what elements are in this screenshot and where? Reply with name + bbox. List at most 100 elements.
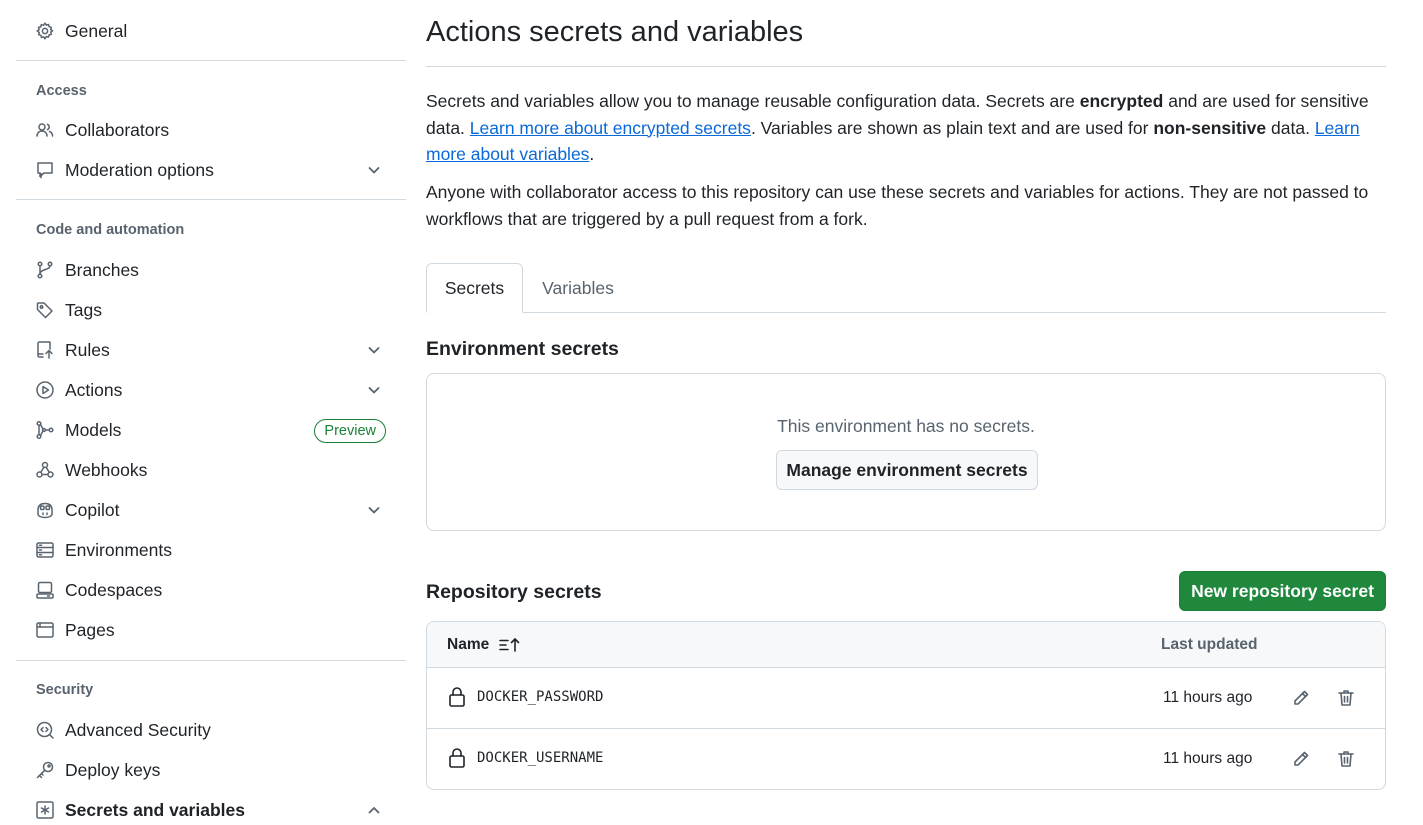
sidebar-item-deploy-keys[interactable]: Deploy keys xyxy=(24,752,398,788)
edit-secret-button[interactable] xyxy=(1289,747,1313,771)
sidebar-item-moderation-options[interactable]: Moderation options xyxy=(24,152,398,188)
intro-text: . Variables are shown as plain text and … xyxy=(750,117,1154,138)
secret-last-updated: 11 hours ago xyxy=(1163,689,1253,706)
gear-icon xyxy=(35,21,55,41)
codespaces-icon xyxy=(35,580,55,600)
git-branch-icon xyxy=(35,260,55,280)
lock-icon xyxy=(447,686,467,708)
manage-environment-secrets-button[interactable]: Manage environment secrets xyxy=(776,450,1038,490)
preview-badge: Preview xyxy=(314,419,386,443)
sidebar-item-label: General xyxy=(65,20,128,41)
lock-icon xyxy=(447,747,467,769)
secrets-variables-tabs: Secrets Variables xyxy=(426,263,1386,313)
empty-state-text: This environment has no secrets. xyxy=(777,416,1035,436)
server-icon xyxy=(35,540,55,560)
access-note: Anyone with collaborator access to this … xyxy=(426,182,1369,229)
environment-secrets-heading: Environment secrets xyxy=(426,338,619,360)
models-icon xyxy=(35,420,55,440)
sidebar-item-label: Tags xyxy=(65,299,102,320)
sidebar-item-label: Advanced Security xyxy=(65,719,211,740)
settings-sidebar: General Access Collaborators Moderation … xyxy=(16,0,406,825)
learn-more-secrets-link[interactable]: Learn more about encrypted secrets xyxy=(470,118,751,138)
sidebar-divider xyxy=(16,199,406,200)
sidebar-item-label: Rules xyxy=(65,339,110,360)
sort-asc-icon[interactable] xyxy=(499,637,521,653)
group-heading-security: Security xyxy=(36,682,94,698)
browser-icon xyxy=(35,620,55,640)
tab-variables[interactable]: Variables xyxy=(523,263,633,313)
page-title: Actions secrets and variables xyxy=(426,16,804,48)
pencil-icon xyxy=(1294,751,1309,766)
copilot-icon xyxy=(35,500,55,520)
tab-secrets[interactable]: Secrets xyxy=(426,263,523,313)
people-icon xyxy=(35,120,55,140)
sidebar-item-label: Webhooks xyxy=(65,459,148,480)
chevron-down-icon[interactable] xyxy=(366,382,382,398)
delete-secret-button[interactable] xyxy=(1334,686,1358,710)
sidebar-item-actions[interactable]: Actions xyxy=(24,372,398,408)
codescan-icon xyxy=(35,720,55,740)
sidebar-item-label: Secrets and variables xyxy=(65,799,245,820)
repository-secrets-heading: Repository secrets xyxy=(426,581,602,603)
asterisk-icon xyxy=(35,800,55,820)
environment-secrets-panel: This environment has no secrets. Manage … xyxy=(426,373,1386,531)
sidebar-item-webhooks[interactable]: Webhooks xyxy=(24,452,398,488)
edit-secret-button[interactable] xyxy=(1289,686,1313,710)
chevron-down-icon[interactable] xyxy=(366,162,382,178)
secret-name: DOCKER_PASSWORD xyxy=(477,689,604,705)
repository-secrets-table: Name Last updated DOCKER_PASSWORD 11 hou… xyxy=(426,621,1386,790)
sidebar-item-label: Codespaces xyxy=(65,579,163,600)
repo-push-icon xyxy=(35,340,55,360)
sidebar-item-collaborators[interactable]: Collaborators xyxy=(24,112,398,148)
sidebar-item-general[interactable]: General xyxy=(24,13,398,49)
webhook-icon xyxy=(35,460,55,480)
intro-emphasis: encrypted xyxy=(1079,91,1164,111)
trash-icon xyxy=(1338,690,1354,706)
sidebar-divider xyxy=(16,60,406,61)
intro-text: . xyxy=(589,144,595,164)
sidebar-item-tags[interactable]: Tags xyxy=(24,292,398,328)
sidebar-item-label: Collaborators xyxy=(65,119,170,140)
sidebar-item-copilot[interactable]: Copilot xyxy=(24,492,398,528)
sidebar-item-pages[interactable]: Pages xyxy=(24,612,398,648)
sidebar-item-label: Environments xyxy=(65,539,172,560)
secret-name: DOCKER_USERNAME xyxy=(477,750,604,766)
table-row: DOCKER_USERNAME 11 hours ago xyxy=(427,729,1385,789)
sidebar-divider xyxy=(16,660,406,661)
sidebar-item-label: Branches xyxy=(65,259,139,280)
sidebar-item-label: Moderation options xyxy=(65,159,214,180)
intro-text: data. xyxy=(1266,117,1315,138)
play-icon xyxy=(35,380,55,400)
sidebar-item-branches[interactable]: Branches xyxy=(24,252,398,288)
sidebar-item-label: Copilot xyxy=(65,499,120,520)
sidebar-item-models[interactable]: Models Preview xyxy=(24,412,398,448)
sidebar-item-rules[interactable]: Rules xyxy=(24,332,398,368)
tag-icon xyxy=(35,300,55,320)
sidebar-item-secrets-and-variables[interactable]: Secrets and variables xyxy=(24,792,398,825)
intro-text: Secrets and variables allow you to manag… xyxy=(426,91,1080,111)
table-header: Name Last updated xyxy=(427,622,1385,668)
chevron-down-icon[interactable] xyxy=(366,342,382,358)
sidebar-item-environments[interactable]: Environments xyxy=(24,532,398,568)
trash-icon xyxy=(1338,751,1354,767)
report-icon xyxy=(35,160,55,180)
sidebar-item-codespaces[interactable]: Codespaces xyxy=(24,572,398,608)
table-row: DOCKER_PASSWORD 11 hours ago xyxy=(427,668,1385,729)
sidebar-item-label: Pages xyxy=(65,619,115,640)
chevron-up-icon[interactable] xyxy=(366,802,382,818)
sidebar-item-label: Models xyxy=(65,419,122,440)
intro-emphasis: non-sensitive xyxy=(1153,117,1267,138)
key-icon xyxy=(35,760,55,780)
title-divider xyxy=(426,66,1386,67)
group-heading-code-automation: Code and automation xyxy=(36,222,185,238)
delete-secret-button[interactable] xyxy=(1334,747,1358,771)
new-repository-secret-button[interactable]: New repository secret xyxy=(1179,571,1386,611)
secret-last-updated: 11 hours ago xyxy=(1163,750,1253,767)
sidebar-item-label: Deploy keys xyxy=(65,759,161,780)
group-heading-access: Access xyxy=(36,83,87,99)
chevron-down-icon[interactable] xyxy=(366,502,382,518)
column-header-name[interactable]: Name xyxy=(447,636,521,654)
column-header-last-updated: Last updated xyxy=(1161,636,1258,653)
intro-paragraph: Secrets and variables allow you to manag… xyxy=(426,88,1386,168)
sidebar-item-advanced-security[interactable]: Advanced Security xyxy=(24,712,398,748)
